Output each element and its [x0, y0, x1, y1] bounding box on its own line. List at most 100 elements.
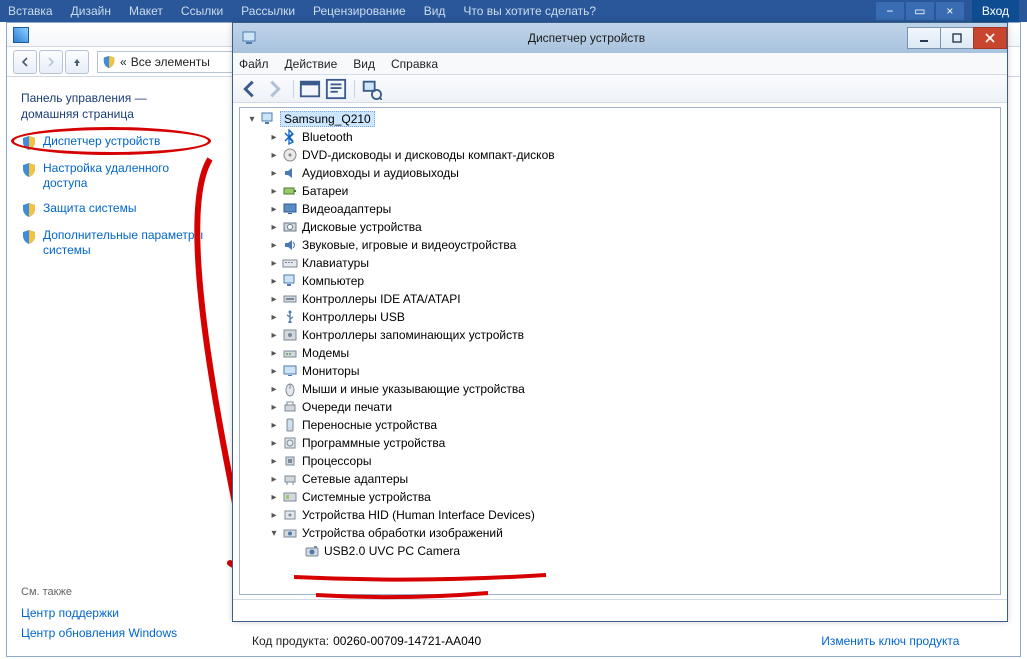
- sidebar-link-advanced[interactable]: Дополнительные параметры системы: [21, 228, 212, 258]
- up-button[interactable]: [65, 50, 89, 74]
- tree-category[interactable]: ▸Контроллеры USB: [240, 308, 1000, 326]
- tb-back[interactable]: [237, 78, 261, 100]
- sidebar-link-protection[interactable]: Защита системы: [21, 201, 212, 218]
- ribbon-btn[interactable]: ▭: [906, 2, 934, 20]
- windows-update-link[interactable]: Центр обновления Windows: [21, 626, 212, 640]
- tree-device[interactable]: USB2.0 UVC PC Camera: [240, 542, 1000, 560]
- expand-icon[interactable]: ▸: [268, 329, 280, 341]
- display-icon: [282, 201, 298, 217]
- expand-icon[interactable]: ▸: [268, 203, 280, 215]
- ribbon-tab[interactable]: Макет: [129, 4, 163, 18]
- disc-icon: [282, 147, 298, 163]
- tree-category[interactable]: ▸Мониторы: [240, 362, 1000, 380]
- tree-category[interactable]: ▸Bluetooth: [240, 128, 1000, 146]
- tb-properties-icon[interactable]: [324, 78, 348, 100]
- tree-category[interactable]: ▸Батареи: [240, 182, 1000, 200]
- expand-icon[interactable]: ▸: [268, 365, 280, 377]
- expand-icon[interactable]: ▸: [268, 383, 280, 395]
- sound-icon: [282, 237, 298, 253]
- collapse-icon[interactable]: ▾: [246, 113, 258, 125]
- tb-view-icon[interactable]: [298, 78, 322, 100]
- mouse-icon: [282, 381, 298, 397]
- dm-toolbar: [233, 75, 1007, 103]
- sidebar-link-remote[interactable]: Настройка удаленного доступа: [21, 161, 212, 191]
- tree-category[interactable]: ▸Контроллеры IDE ATA/ATAPI: [240, 290, 1000, 308]
- tree-category[interactable]: ▸Мыши и иные указывающие устройства: [240, 380, 1000, 398]
- tree-category[interactable]: ▸Клавиатуры: [240, 254, 1000, 272]
- expand-icon[interactable]: ▸: [268, 473, 280, 485]
- device-tree[interactable]: ▾ Samsung_Q210▸Bluetooth ▸ DVD-дисководы и …: [239, 107, 1001, 595]
- shield-icon: [21, 202, 37, 218]
- expand-icon[interactable]: ▸: [268, 347, 280, 359]
- expand-icon[interactable]: ▾: [268, 527, 280, 539]
- tree-category[interactable]: ▸Видеоадаптеры: [240, 200, 1000, 218]
- minimize-button[interactable]: [907, 27, 941, 49]
- expand-icon[interactable]: ▸: [268, 401, 280, 413]
- expand-icon[interactable]: ▸: [268, 311, 280, 323]
- expand-icon[interactable]: ▸: [268, 491, 280, 503]
- expand-icon[interactable]: ▸: [268, 167, 280, 179]
- expand-icon[interactable]: ▸: [268, 293, 280, 305]
- close-button[interactable]: [973, 27, 1007, 49]
- expand-icon[interactable]: ▸: [268, 509, 280, 521]
- login-button[interactable]: Вход: [972, 0, 1019, 22]
- printer-icon: [282, 399, 298, 415]
- tree-category[interactable]: ▸Переносные устройства: [240, 416, 1000, 434]
- tb-forward[interactable]: [263, 78, 287, 100]
- cp-sidebar: Панель управления — домашняя страница Ди…: [7, 77, 225, 656]
- tree-category[interactable]: ▸Программные устройства: [240, 434, 1000, 452]
- tree-category[interactable]: ▸Аудиовходы и аудиовыходы: [240, 164, 1000, 182]
- expand-icon[interactable]: ▸: [268, 185, 280, 197]
- tree-category[interactable]: ▸Устройства HID (Human Interface Devices…: [240, 506, 1000, 524]
- tree-category[interactable]: ▸Звуковые, игровые и видеоустройства: [240, 236, 1000, 254]
- tree-category[interactable]: ▸Процессоры: [240, 452, 1000, 470]
- tree-category[interactable]: ▸Сетевые адаптеры: [240, 470, 1000, 488]
- tree-root-label: Samsung_Q210: [280, 111, 375, 127]
- expand-icon[interactable]: ▸: [268, 149, 280, 161]
- ribbon-btn[interactable]: ×: [936, 2, 964, 20]
- expand-icon[interactable]: ▸: [268, 239, 280, 251]
- expand-icon[interactable]: ▸: [268, 455, 280, 467]
- expand-icon[interactable]: ▸: [268, 437, 280, 449]
- tree-category[interactable]: ▸Компьютер: [240, 272, 1000, 290]
- tree-category[interactable]: ▸Очереди печати: [240, 398, 1000, 416]
- cp-heading-line2: домашняя страница: [21, 107, 134, 121]
- change-key-link[interactable]: Изменить ключ продукта: [821, 634, 959, 648]
- expand-icon[interactable]: ▸: [268, 221, 280, 233]
- tree-category-label: DVD-дисководы и дисководы компакт-дисков: [302, 148, 555, 162]
- menu-view[interactable]: Вид: [353, 57, 375, 71]
- tree-category[interactable]: ▸Контроллеры запоминающих устройств: [240, 326, 1000, 344]
- expand-icon[interactable]: ▸: [268, 257, 280, 269]
- tree-root[interactable]: ▾ Samsung_Q210: [240, 110, 1000, 128]
- back-button[interactable]: [13, 50, 37, 74]
- ribbon-tellme[interactable]: Что вы хотите сделать?: [463, 4, 596, 18]
- ribbon-tab[interactable]: Дизайн: [71, 4, 111, 18]
- ribbon-tab[interactable]: Рассылки: [241, 4, 295, 18]
- usb-icon: [282, 309, 298, 325]
- sidebar-link-device-manager[interactable]: Диспетчер устройств: [21, 134, 212, 151]
- expand-icon[interactable]: ▸: [268, 275, 280, 287]
- breadcrumb[interactable]: Все элементы: [131, 55, 210, 69]
- tree-category[interactable]: ▸Дисковые устройства: [240, 218, 1000, 236]
- menu-action[interactable]: Действие: [285, 57, 338, 71]
- dm-titlebar[interactable]: Диспетчер устройств: [233, 23, 1007, 53]
- ribbon-tab[interactable]: Вставка: [8, 4, 53, 18]
- tree-category[interactable]: ▸Системные устройства: [240, 488, 1000, 506]
- expand-icon[interactable]: ▸: [268, 131, 280, 143]
- computer-icon: [282, 273, 298, 289]
- ribbon-tab[interactable]: Рецензирование: [313, 4, 406, 18]
- expand-icon[interactable]: ▸: [268, 419, 280, 431]
- menu-help[interactable]: Справка: [391, 57, 438, 71]
- action-center-link[interactable]: Центр поддержки: [21, 606, 212, 620]
- ribbon-tab[interactable]: Вид: [424, 4, 446, 18]
- ribbon-tab[interactable]: Ссылки: [181, 4, 223, 18]
- menu-file[interactable]: Файл: [239, 57, 269, 71]
- tree-category[interactable]: ▸ DVD-дисководы и дисководы компакт-диско…: [240, 146, 1000, 164]
- ribbon-btn[interactable]: −: [876, 2, 904, 20]
- forward-button[interactable]: [39, 50, 63, 74]
- tree-category[interactable]: ▸Модемы: [240, 344, 1000, 362]
- audio-icon: [282, 165, 298, 181]
- tb-scan-icon[interactable]: [359, 78, 383, 100]
- maximize-button[interactable]: [940, 27, 974, 49]
- tree-category[interactable]: ▾Устройства обработки изображений: [240, 524, 1000, 542]
